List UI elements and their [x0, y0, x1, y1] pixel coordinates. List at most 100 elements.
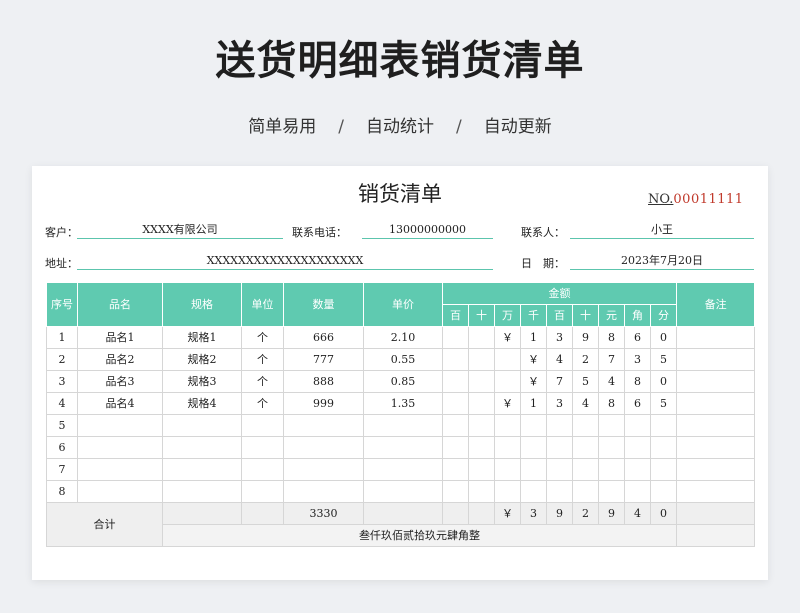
- row-amount-digit: 2: [572, 348, 599, 371]
- customer-field[interactable]: XXXX有限公司: [77, 222, 283, 239]
- row-spec[interactable]: [162, 480, 242, 503]
- row-seq[interactable]: 4: [46, 392, 78, 415]
- row-amount-digit: [649, 436, 678, 459]
- row-unit[interactable]: [241, 436, 284, 459]
- row-spec[interactable]: 规格2: [162, 348, 242, 371]
- row-qty[interactable]: [283, 480, 364, 503]
- row-name[interactable]: [77, 458, 163, 481]
- row-amount-digit: [494, 458, 521, 481]
- row-amount-digit: [520, 414, 547, 437]
- row-seq[interactable]: 2: [46, 348, 78, 371]
- total-unit-cell: [241, 502, 284, 525]
- total-digit: 9: [546, 502, 573, 525]
- row-name[interactable]: 品名4: [77, 392, 163, 415]
- header-digit: 百: [442, 304, 469, 327]
- address-field[interactable]: XXXXXXXXXXXXXXXXXXXX: [77, 253, 493, 270]
- row-spec[interactable]: [162, 458, 242, 481]
- row-amount-digit: [468, 458, 495, 481]
- row-amount-digit: [624, 480, 651, 503]
- row-qty[interactable]: 777: [283, 348, 364, 371]
- row-unit[interactable]: [241, 414, 284, 437]
- row-unit[interactable]: 个: [241, 392, 284, 415]
- row-amount-digit: 7: [598, 348, 625, 371]
- row-amount-digit: 3: [546, 326, 573, 349]
- row-amount-digit: ￥: [494, 326, 521, 349]
- row-unit[interactable]: 个: [241, 348, 284, 371]
- row-unit[interactable]: 个: [241, 370, 284, 393]
- total-digit: [468, 502, 495, 525]
- row-spec[interactable]: 规格4: [162, 392, 242, 415]
- row-price[interactable]: [363, 414, 443, 437]
- row-amount-digit: [442, 480, 469, 503]
- row-amount-digit: 9: [572, 326, 599, 349]
- row-amount-digit: [494, 480, 521, 503]
- row-remark[interactable]: [676, 392, 756, 415]
- row-spec[interactable]: [162, 414, 242, 437]
- row-qty[interactable]: [283, 436, 364, 459]
- document-number: NO.00011111: [648, 192, 744, 207]
- table-row: 7: [46, 458, 756, 481]
- total-digit: 2: [572, 502, 599, 525]
- row-name[interactable]: [77, 414, 163, 437]
- row-qty[interactable]: 999: [283, 392, 364, 415]
- row-seq[interactable]: 7: [46, 458, 78, 481]
- phone-label: 联系电话：: [292, 226, 347, 239]
- total-remark-cell: [676, 502, 756, 525]
- row-qty[interactable]: [283, 414, 364, 437]
- header-seq: 序号: [46, 282, 78, 327]
- row-amount-digit: [442, 370, 469, 393]
- row-spec[interactable]: 规格1: [162, 326, 242, 349]
- row-amount-digit: [442, 392, 469, 415]
- row-amount-digit: [572, 480, 599, 503]
- row-name[interactable]: 品名1: [77, 326, 163, 349]
- row-price[interactable]: 0.55: [363, 348, 443, 371]
- date-field[interactable]: 2023年7月20日: [570, 253, 754, 270]
- row-amount-digit: [520, 480, 547, 503]
- row-price[interactable]: [363, 458, 443, 481]
- contact-field[interactable]: 小王: [570, 222, 754, 239]
- row-price[interactable]: 1.35: [363, 392, 443, 415]
- row-name[interactable]: [77, 480, 163, 503]
- row-price[interactable]: [363, 436, 443, 459]
- row-remark[interactable]: [676, 326, 756, 349]
- document-number-label: NO.: [648, 192, 674, 207]
- row-seq[interactable]: 5: [46, 414, 78, 437]
- row-seq[interactable]: 8: [46, 480, 78, 503]
- total-row: 合计 3330 ￥ 3 9 2 9 4 0: [46, 502, 756, 547]
- row-remark[interactable]: [676, 348, 756, 371]
- header-price: 单价: [363, 282, 443, 327]
- row-seq[interactable]: 3: [46, 370, 78, 393]
- total-digit: ￥: [494, 502, 521, 525]
- phone-field[interactable]: 13000000000: [362, 222, 493, 239]
- row-remark[interactable]: [676, 370, 756, 393]
- row-remark[interactable]: [676, 480, 756, 503]
- row-price[interactable]: [363, 480, 443, 503]
- table-row: 4 品名4 规格4 个 999 1.35 ￥ 1 3 4 8 6 5: [46, 392, 756, 415]
- header-qty: 数量: [283, 282, 364, 327]
- row-name[interactable]: [77, 436, 163, 459]
- row-remark[interactable]: [676, 458, 756, 481]
- row-seq[interactable]: 6: [46, 436, 78, 459]
- row-amount-digit: [572, 436, 599, 459]
- row-qty[interactable]: 666: [283, 326, 364, 349]
- row-amount-digit: [494, 348, 521, 371]
- feature-item: 自动更新: [483, 117, 552, 137]
- row-qty[interactable]: [283, 458, 364, 481]
- row-amount-digit: [649, 480, 678, 503]
- row-spec[interactable]: [162, 436, 242, 459]
- row-spec[interactable]: 规格3: [162, 370, 242, 393]
- header-amount: 金额: [441, 282, 678, 305]
- row-price[interactable]: 2.10: [363, 326, 443, 349]
- row-unit[interactable]: 个: [241, 326, 284, 349]
- row-price[interactable]: 0.85: [363, 370, 443, 393]
- header-digit: 百: [546, 304, 573, 327]
- row-qty[interactable]: 888: [283, 370, 364, 393]
- row-amount-digit: [468, 414, 495, 437]
- row-unit[interactable]: [241, 458, 284, 481]
- row-name[interactable]: 品名2: [77, 348, 163, 371]
- row-remark[interactable]: [676, 436, 756, 459]
- row-name[interactable]: 品名3: [77, 370, 163, 393]
- row-remark[interactable]: [676, 414, 756, 437]
- row-seq[interactable]: 1: [46, 326, 78, 349]
- row-unit[interactable]: [241, 480, 284, 503]
